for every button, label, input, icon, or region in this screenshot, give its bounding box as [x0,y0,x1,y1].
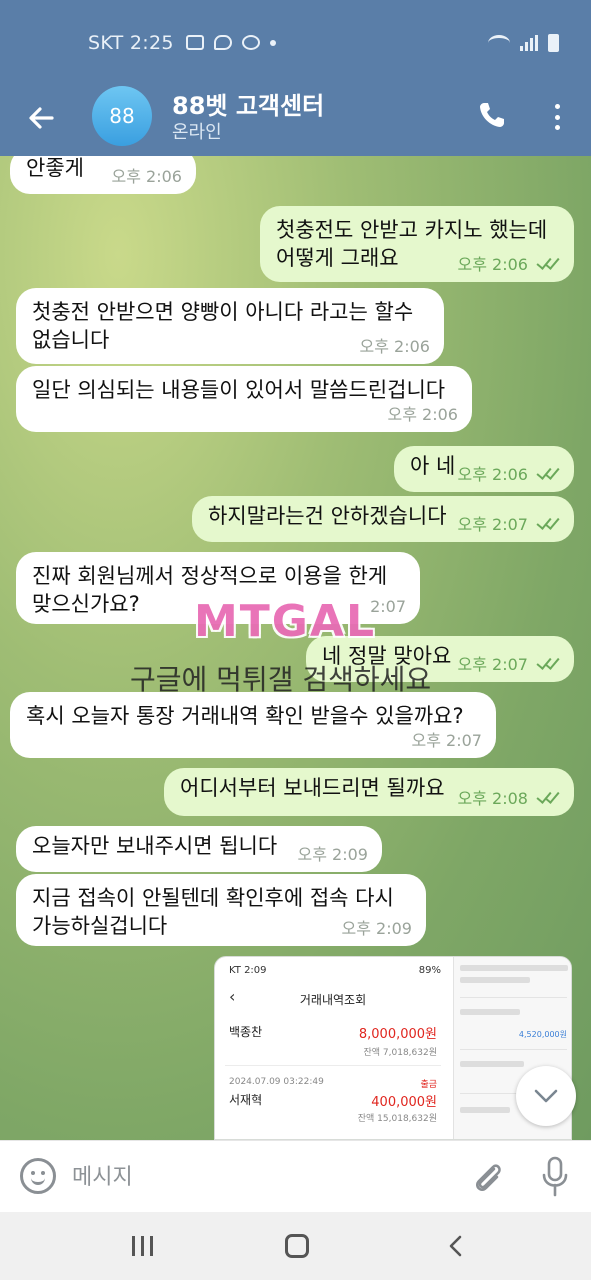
read-check-icon [534,468,560,482]
message-time: 오후 2:06 [387,405,458,425]
message-input[interactable] [72,1159,452,1195]
nav-back-icon[interactable] [444,1234,468,1258]
message-time: 오후 2:07 [411,731,482,751]
scroll-down-button[interactable] [516,1066,576,1126]
chat-header: 88 88벳 고객센터 온라인 [0,86,591,156]
message-bubble: 하지말라는건 안하겠습니다 오후 2:07 [192,496,574,542]
message-time: 오후 2:08 [457,789,528,809]
read-check-icon [534,258,560,272]
online-status: 온라인 [172,122,222,143]
message-bubble: 첫충전도 안받고 카지노 했는데 어떻게 그래요 오후 2:06 [260,206,574,282]
message-time: 오후 2:07 [457,655,528,675]
transaction-name: 백종찬 [229,1025,263,1039]
transaction-date: 2024.07.09 03:22:49 [229,1077,324,1087]
secondary-amount: 4,520,000원 [518,1030,567,1039]
message-time: 오후 2:06 [457,465,528,485]
message-time: 오후 2:06 [359,337,430,357]
transaction-amount: 400,000원 [371,1095,437,1110]
watermark-text: 구글에 먹튀갤 검색하세요 [130,663,432,696]
transaction-balance: 잔액 7,018,632원 [363,1048,437,1058]
read-check-icon [534,792,560,806]
message-input-bar [0,1140,591,1212]
message-bubble: 일단 의심되는 내용들이 있어서 말씀드린겁니다 오후 2:06 [16,366,472,432]
message-time: 오후 2:06 [111,167,182,187]
recent-apps-icon[interactable] [132,1236,153,1256]
message-time: 오후 2:09 [297,845,368,865]
message-notification-icon [214,35,232,50]
read-check-icon [534,658,560,672]
transaction-amount: 8,000,000원 [358,1027,437,1042]
bank-screenshot: KT 2:09 89% ‹ 거래내역조회 백종찬 8,000,000원 잔액 7… [215,957,451,1139]
battery-icon [548,34,559,52]
avatar[interactable]: 88 [92,86,152,146]
attach-icon[interactable] [470,1157,504,1197]
more-menu-icon[interactable] [547,100,567,134]
message-text: 혹시 오늘자 통장 거래내역 확인 받을수 있을까요? [26,704,464,728]
message-time: 오후 2:07 [457,515,528,535]
transaction-name: 서재혁 [229,1093,263,1107]
screenshot-battery: 89% [418,965,441,976]
microphone-icon[interactable] [540,1155,570,1199]
message-bubble: 아 네 오후 2:06 [394,446,574,492]
more-notifications-icon [270,39,276,46]
home-icon[interactable] [285,1234,309,1258]
message-bubble: 오늘자만 보내주시면 됩니다 오후 2:09 [16,826,382,872]
read-check-icon [534,518,560,532]
chat-title[interactable]: 88벳 고객센터 [172,86,324,121]
message-bubble: 첫충전 안받으면 양빵이 아니다 라고는 할수 없습니다 오후 2:06 [16,288,444,364]
screenshot-status-time: KT 2:09 [229,965,267,976]
message-time: 오후 2:06 [457,255,528,275]
phone-call-icon[interactable] [477,100,507,130]
talk-notification-icon [242,35,260,50]
emoji-icon[interactable] [20,1158,56,1194]
watermark-logo: MTGAL [194,596,377,647]
back-arrow-icon[interactable] [22,98,62,138]
screenshot-title: 거래내역조회 [299,993,367,1007]
message-bubble: 지금 접속이 안될텐데 확인후에 접속 다시 가능하실겁니다 오후 2:09 [16,874,426,946]
wifi-icon [488,35,510,51]
signal-icon [520,35,538,51]
message-bubble: 안좋게 오후 2:06 [10,156,196,194]
system-nav-bar [0,1212,591,1280]
message-bubble: 혹시 오늘자 통장 거래내역 확인 받을수 있을까요? 오후 2:07 [10,692,496,758]
status-bar: SKT 2:25 [0,0,591,88]
transaction-balance: 잔액 15,018,632원 [357,1114,437,1124]
image-message[interactable]: KT 2:09 89% ‹ 거래내역조회 백종찬 8,000,000원 잔액 7… [214,956,572,1140]
message-text: 일단 의심되는 내용들이 있어서 말씀드린겁니다 [32,378,446,402]
transaction-kind: 출금 [420,1080,437,1090]
status-time: SKT 2:25 [88,32,174,54]
gallery-notification-icon [186,35,204,50]
chat-area[interactable]: 안좋게 오후 2:06 첫충전도 안받고 카지노 했는데 어떻게 그래요 오후 … [0,156,591,1140]
message-time: 오후 2:09 [341,919,412,939]
chevron-down-icon [534,1089,558,1103]
message-bubble: 어디서부터 보내드리면 될까요 오후 2:08 [164,768,574,816]
